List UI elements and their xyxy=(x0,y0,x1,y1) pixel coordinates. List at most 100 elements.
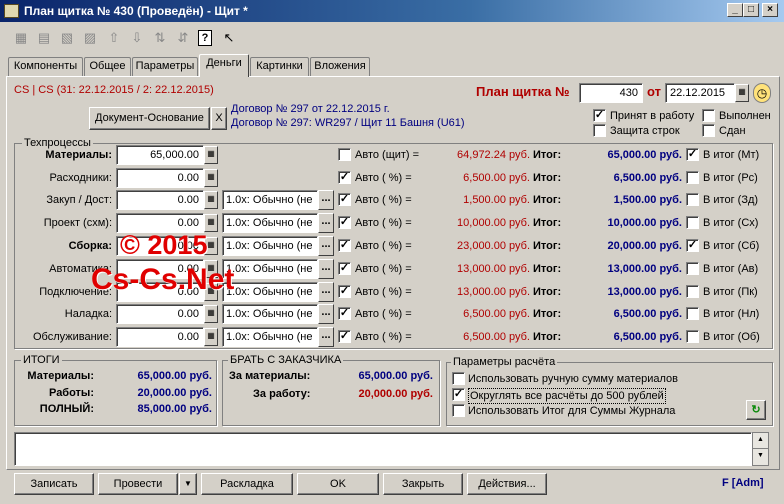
calculator-icon[interactable]: ▦ xyxy=(204,191,218,209)
window-title-bar[interactable]: План щитка № 430 (Проведён) - Щит * xyxy=(0,0,784,22)
in-total-checkbox[interactable] xyxy=(686,262,699,275)
minimize-button[interactable]: _ xyxy=(727,3,743,17)
ok-button[interactable]: OK xyxy=(297,473,379,495)
totals-work-value: 20,000.00 руб. xyxy=(137,387,212,399)
process-value-field[interactable]: 65,000.00 xyxy=(116,145,204,165)
coefficient-combo[interactable]: 1.0x: Обычно (не xyxy=(222,327,318,347)
journal-total-checkbox[interactable] xyxy=(452,404,465,417)
auto-label: Авто ( %) = xyxy=(355,286,412,298)
round-500-checkbox[interactable]: ✓ xyxy=(452,388,465,401)
grid-edit-icon[interactable]: ▤ xyxy=(35,28,53,48)
calculator-icon[interactable]: ▦ xyxy=(204,146,218,164)
date-field[interactable]: 22.12.2015 xyxy=(665,83,735,103)
auto-checkbox[interactable]: ✓ xyxy=(338,239,351,252)
delivered-checkbox[interactable] xyxy=(702,124,715,137)
auto-checkbox[interactable]: ✓ xyxy=(338,216,351,229)
completed-checkbox[interactable] xyxy=(702,109,715,122)
scroll-up-icon[interactable]: ▲ xyxy=(753,433,768,449)
auto-checkbox[interactable]: ✓ xyxy=(338,262,351,275)
layout-button[interactable]: Раскладка xyxy=(201,473,293,495)
total-value: 1,500.00 руб. xyxy=(613,194,682,206)
contract-line-1[interactable]: Договор № 297 от 22.12.2015 г. xyxy=(231,102,390,116)
coefficient-picker-button[interactable]: ... xyxy=(318,190,334,210)
clear-base-button[interactable]: X xyxy=(211,107,227,130)
coefficient-picker-button[interactable]: ... xyxy=(318,327,334,347)
process-value-field[interactable]: 0.00 xyxy=(116,327,204,347)
auto-checkbox[interactable]: ✓ xyxy=(338,171,351,184)
actions-button[interactable]: Действия... xyxy=(467,473,547,495)
close-window-button[interactable]: × xyxy=(762,3,778,17)
maximize-button[interactable]: □ xyxy=(743,3,759,17)
auto-checkbox[interactable]: ✓ xyxy=(338,307,351,320)
calendar-icon[interactable]: ▦ xyxy=(735,84,749,102)
sort-icon[interactable]: ⇵ xyxy=(174,28,192,48)
calculator-icon[interactable]: ▦ xyxy=(204,328,218,346)
sort-az-icon[interactable]: ⇅ xyxy=(151,28,169,48)
coefficient-combo[interactable]: 1.0x: Обычно (не xyxy=(222,236,318,256)
tab-components[interactable]: Компоненты xyxy=(8,57,83,76)
coefficient-picker-button[interactable]: ... xyxy=(318,282,334,302)
in-total-checkbox[interactable] xyxy=(686,307,699,320)
post-button[interactable]: Провести xyxy=(98,473,178,495)
coefficient-combo[interactable]: 1.0x: Обычно (не xyxy=(222,213,318,233)
accepted-checkbox[interactable]: ✓ xyxy=(593,109,606,122)
contract-line-2[interactable]: Договор № 297: WR297 / Щит 11 Башня (U61… xyxy=(231,116,465,130)
in-total-checkbox[interactable] xyxy=(686,330,699,343)
move-up-icon[interactable]: ⇧ xyxy=(105,28,123,48)
coefficient-combo[interactable]: 1.0x: Обычно (не xyxy=(222,190,318,210)
cs-link[interactable]: CS | CS (31: 22.12.2015 / 2: 22.12.2015) xyxy=(14,83,214,97)
in-total-checkbox[interactable] xyxy=(686,193,699,206)
process-value-field[interactable]: 0.00 xyxy=(116,168,204,188)
auto-value: 6,500.00 руб. xyxy=(463,308,530,320)
total-label: Итог: xyxy=(533,240,562,252)
close-button[interactable]: Закрыть xyxy=(383,473,463,495)
manual-materials-checkbox[interactable] xyxy=(452,372,465,385)
memo-scrollbar[interactable]: ▲ ▼ xyxy=(752,432,769,466)
customer-materials-value: 65,000.00 руб. xyxy=(358,370,433,382)
in-total-checkbox[interactable] xyxy=(686,216,699,229)
coefficient-picker-button[interactable]: ... xyxy=(318,213,334,233)
grid-delete-icon[interactable]: ▧ xyxy=(58,28,76,48)
tab-money[interactable]: Деньги xyxy=(199,54,249,77)
auto-checkbox[interactable] xyxy=(338,148,351,161)
calculator-icon[interactable]: ▦ xyxy=(204,305,218,323)
coefficient-combo[interactable]: 1.0x: Обычно (не xyxy=(222,304,318,324)
in-total-checkbox[interactable]: ✓ xyxy=(686,239,699,252)
calculator-icon[interactable]: ▦ xyxy=(204,169,218,187)
grid-add-icon[interactable]: ▦ xyxy=(12,28,30,48)
auto-checkbox[interactable]: ✓ xyxy=(338,330,351,343)
memo-field[interactable] xyxy=(14,432,752,466)
in-total-checkbox[interactable] xyxy=(686,285,699,298)
tab-pictures[interactable]: Картинки xyxy=(250,57,309,76)
coefficient-picker-button[interactable]: ... xyxy=(318,236,334,256)
coefficient-picker-button[interactable]: ... xyxy=(318,259,334,279)
help-icon[interactable]: ? xyxy=(198,30,212,46)
in-total-checkbox[interactable]: ✓ xyxy=(686,148,699,161)
document-base-button[interactable]: Документ-Основание xyxy=(89,107,210,130)
coefficient-combo[interactable]: 1.0x: Обычно (не xyxy=(222,282,318,302)
move-down-icon[interactable]: ⇩ xyxy=(128,28,146,48)
auto-value: 64,972.24 руб. xyxy=(457,149,530,161)
plan-number-field[interactable]: 430 xyxy=(579,83,643,103)
grid-copy-icon[interactable]: ▨ xyxy=(81,28,99,48)
coefficient-picker-button[interactable]: ... xyxy=(318,304,334,324)
auto-checkbox[interactable]: ✓ xyxy=(338,193,351,206)
tab-parameters[interactable]: Параметры xyxy=(132,57,198,76)
refresh-icon[interactable]: ↻ xyxy=(746,400,766,420)
completed-label: Выполнен xyxy=(719,110,771,122)
post-dropdown-icon[interactable]: ▼ xyxy=(179,473,197,495)
totals-work-label: Работы: xyxy=(49,387,94,399)
row-protect-checkbox[interactable] xyxy=(593,124,606,137)
clock-icon[interactable]: ◷ xyxy=(753,83,771,103)
in-total-label: В итог (Пк) xyxy=(703,286,758,298)
tab-general[interactable]: Общее xyxy=(84,57,131,76)
auto-checkbox[interactable]: ✓ xyxy=(338,285,351,298)
process-value-field[interactable]: 0.00 xyxy=(116,304,204,324)
coefficient-combo[interactable]: 1.0x: Обычно (не xyxy=(222,259,318,279)
scroll-down-icon[interactable]: ▼ xyxy=(753,449,768,465)
process-value-field[interactable]: 0.00 xyxy=(116,190,204,210)
in-total-checkbox[interactable] xyxy=(686,171,699,184)
save-button[interactable]: Записать xyxy=(14,473,94,495)
tab-attachments[interactable]: Вложения xyxy=(310,57,370,76)
whats-this-icon[interactable]: ↖ xyxy=(220,28,238,48)
